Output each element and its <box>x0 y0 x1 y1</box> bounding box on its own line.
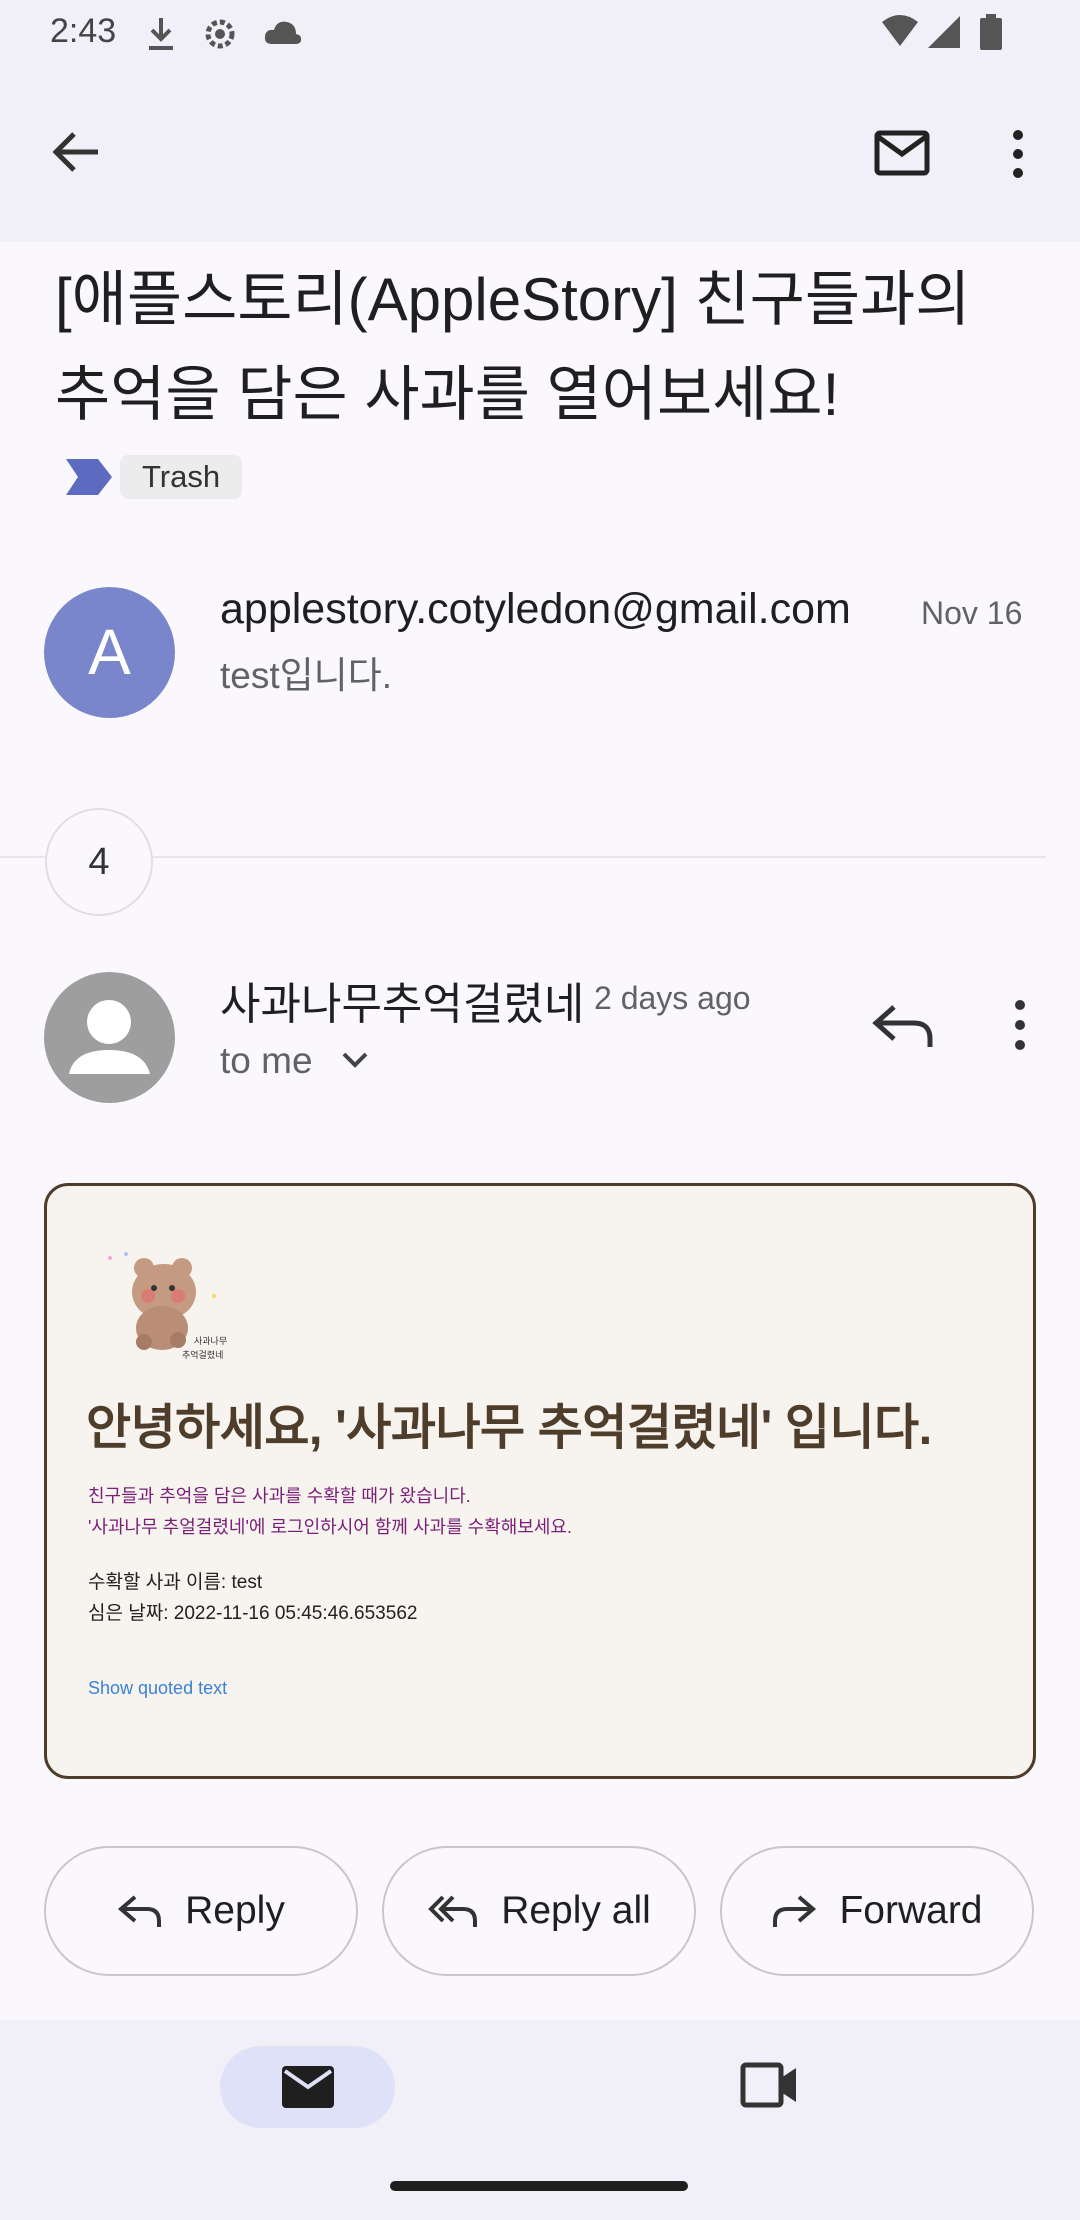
mail-icon <box>281 2066 334 2108</box>
reply-button-label: Reply <box>185 1889 285 1932</box>
download-icon <box>149 18 173 50</box>
sender-avatar[interactable]: A <box>44 587 175 718</box>
important-label-icon <box>66 459 112 495</box>
logo-lettering: 추억걸렸네 <box>182 1349 223 1361</box>
forward-icon <box>773 1895 817 1927</box>
back-arrow-icon[interactable] <box>48 128 102 176</box>
chevron-down-icon[interactable] <box>340 1048 370 1072</box>
message-more-options-icon[interactable] <box>1000 995 1040 1055</box>
settings-gear-icon <box>205 19 235 49</box>
collapsed-messages-count[interactable]: 4 <box>45 808 153 916</box>
nav-mail-tab[interactable] <box>220 2046 395 2128</box>
recipient-summary[interactable]: to me <box>220 1040 313 1082</box>
logo-lettering: 사과나무 <box>194 1336 227 1347</box>
sender-avatar[interactable] <box>44 972 175 1103</box>
more-options-icon[interactable] <box>1006 128 1030 180</box>
reply-icon[interactable] <box>868 995 938 1055</box>
message-date: 2 days ago <box>594 980 751 1016</box>
forward-button-label: Forward <box>839 1889 983 1932</box>
video-meet-icon[interactable] <box>740 2062 800 2108</box>
email-subject: [애플스토리(AppleStory] 친구들과의 추억을 담은 사과를 열어보세… <box>55 266 971 428</box>
trash-label-chip[interactable]: Trash <box>120 455 243 499</box>
reply-all-button[interactable]: Reply all <box>382 1846 696 1976</box>
reply-button[interactable]: Reply <box>44 1846 358 1976</box>
reply-all-button-label: Reply all <box>501 1889 651 1932</box>
email-body-line: 친구들과 추억을 담은 사과를 수확할 때가 왔습니다. <box>88 1486 471 1506</box>
apple-name-line: 수확할 사과 이름: test <box>88 1572 263 1593</box>
home-indicator[interactable] <box>390 2181 688 2191</box>
reply-icon <box>118 1895 162 1927</box>
thread-divider <box>0 856 1046 858</box>
email-body-line: '사과나무 추얼걸렸네'에 로그인하시어 함께 사과를 수확해보세요. <box>88 1517 572 1537</box>
cellular-signal-icon <box>928 16 960 48</box>
message-snippet[interactable]: test입니다. <box>220 645 392 699</box>
battery-icon <box>980 14 1002 50</box>
reply-all-icon <box>428 1895 478 1927</box>
wifi-icon <box>882 15 918 46</box>
email-heading: 안녕하세요, '사과나무 추억걸렸네' 입니다. <box>86 1401 932 1455</box>
sender-name[interactable]: 사과나무추억걸렸네 <box>220 968 584 1032</box>
forward-button[interactable]: Forward <box>720 1846 1034 1976</box>
cloud-icon <box>264 21 302 44</box>
bear-logo-image: 사과나무 추억걸렸네 <box>108 1252 227 1361</box>
planted-date-line: 심은 날짜: 2022-11-16 05:45:46.653562 <box>88 1603 418 1624</box>
message-date: Nov 16 <box>921 595 1023 631</box>
show-quoted-text-link[interactable]: Show quoted text <box>88 1678 227 1699</box>
mark-unread-icon[interactable] <box>874 130 930 176</box>
status-time: 2:43 <box>50 12 117 50</box>
person-icon <box>69 1000 150 1074</box>
sender-name[interactable]: applestory.cotyledon@gmail.com <box>220 585 851 634</box>
